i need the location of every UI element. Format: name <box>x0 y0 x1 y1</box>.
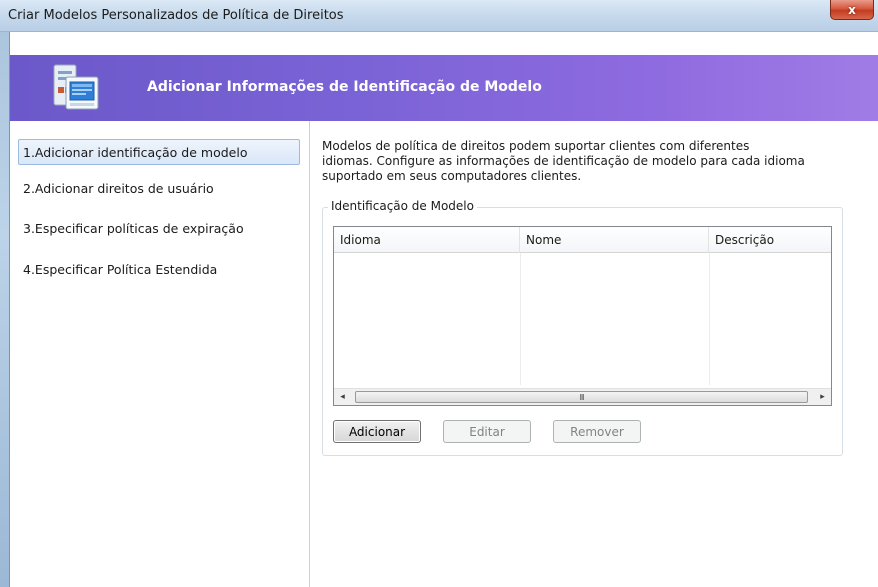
header-top-strip <box>10 32 878 55</box>
scrollbar-thumb[interactable]: III <box>355 391 808 403</box>
description-line: Modelos de política de direitos podem su… <box>322 139 750 153</box>
close-icon: x <box>848 2 856 17</box>
title-bar[interactable]: Criar Modelos Personalizados de Política… <box>0 0 878 32</box>
column-divider <box>709 253 710 385</box>
grip-icon: III <box>579 392 584 402</box>
group-label: Identificação de Modelo <box>328 199 477 213</box>
header-title: Adicionar Informações de Identificação d… <box>147 79 542 95</box>
edit-button[interactable]: Editar <box>443 420 531 443</box>
scroll-left-arrow-icon[interactable]: ◂ <box>334 389 351 405</box>
step-label: 3.Especificar políticas de expiração <box>23 221 244 236</box>
step-item-2[interactable]: 2.Adicionar direitos de usuário <box>18 175 300 201</box>
wizard-steps-nav: 1.Adicionar identificação de modelo 2.Ad… <box>10 121 310 587</box>
step-item-1[interactable]: 1.Adicionar identificação de modelo <box>18 139 300 165</box>
remove-button[interactable]: Remover <box>553 420 641 443</box>
description-text: Modelos de política de direitos podem su… <box>322 139 862 184</box>
description-line: suportado em seus computadores clientes. <box>322 169 582 183</box>
horizontal-scrollbar[interactable]: ◂ III ▸ <box>334 388 831 405</box>
column-header-idioma[interactable]: Idioma <box>334 227 520 253</box>
window-title: Criar Modelos Personalizados de Política… <box>8 8 344 23</box>
table-header: Idioma Nome Descrição <box>334 227 831 253</box>
step-item-3[interactable]: 3.Especificar políticas de expiração <box>18 215 300 241</box>
column-divider <box>520 253 521 385</box>
document-template-icon <box>53 64 99 110</box>
header-banner: Adicionar Informações de Identificação d… <box>10 55 878 121</box>
column-header-descricao[interactable]: Descrição <box>709 227 831 253</box>
languages-table[interactable]: Idioma Nome Descrição ◂ III ▸ <box>333 226 832 406</box>
step-label: 1.Adicionar identificação de modelo <box>23 145 248 160</box>
column-header-nome[interactable]: Nome <box>520 227 709 253</box>
window-frame-left <box>0 0 10 587</box>
scroll-right-arrow-icon[interactable]: ▸ <box>814 389 831 405</box>
step-item-4[interactable]: 4.Especificar Política Estendida <box>18 256 300 282</box>
close-button[interactable]: x <box>830 0 874 20</box>
step-label: 4.Especificar Política Estendida <box>23 262 218 277</box>
description-line: idiomas. Configure as informações de ide… <box>322 154 805 168</box>
step-label: 2.Adicionar direitos de usuário <box>23 181 214 196</box>
add-button[interactable]: Adicionar <box>333 420 421 443</box>
